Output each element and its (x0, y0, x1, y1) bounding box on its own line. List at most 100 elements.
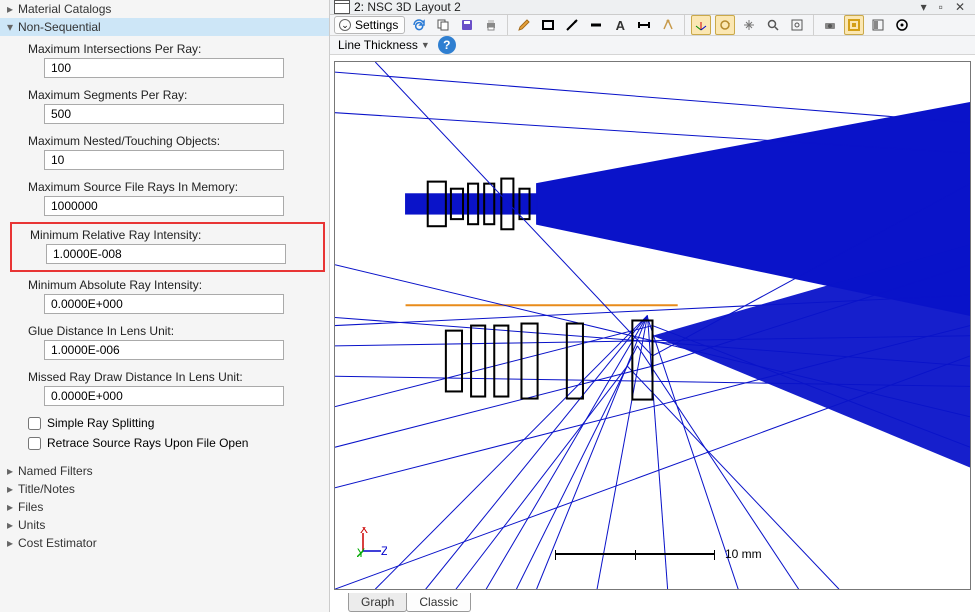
glue-distance-input[interactable] (44, 340, 284, 360)
section-label: Named Filters (16, 464, 93, 478)
compass-tool[interactable] (658, 15, 678, 35)
line-thickness-dropdown[interactable]: Line Thickness ▼ (336, 36, 432, 54)
save-button[interactable] (457, 15, 477, 35)
svg-text:Z: Z (381, 544, 387, 557)
dimension-tool[interactable] (634, 15, 654, 35)
rectangle-tool[interactable] (538, 15, 558, 35)
min-rel-intensity-input[interactable] (46, 244, 286, 264)
fit-icon (790, 18, 804, 32)
tab-graph[interactable]: Graph (348, 593, 407, 612)
section-label: Files (16, 500, 43, 514)
svg-text:Y: Y (357, 546, 365, 557)
target-tool[interactable] (892, 15, 912, 35)
section-label: Units (16, 518, 45, 532)
max-intersections-input[interactable] (44, 58, 284, 78)
axes-gizmo: X Y Z (357, 527, 387, 557)
pencil-tool[interactable] (514, 15, 534, 35)
line-icon (589, 18, 603, 32)
scale-bar: 10 mm (555, 547, 762, 561)
max-nested-input[interactable] (44, 150, 284, 170)
layout-viewport[interactable]: X Y Z 10 mm (334, 61, 971, 590)
field-label: Glue Distance In Lens Unit: (28, 324, 319, 338)
wireframe-view[interactable] (844, 15, 864, 35)
simple-splitting-checkbox[interactable] (28, 417, 41, 430)
field-max-source-rays: Maximum Source File Rays In Memory: (28, 180, 319, 216)
arrow-tool[interactable] (562, 15, 582, 35)
section-named-filters[interactable]: ▸ Named Filters (0, 462, 329, 480)
caret-right-icon: ▸ (4, 536, 16, 550)
section-cost-estimator[interactable]: ▸ Cost Estimator (0, 534, 329, 552)
toolbar-main: ⌄ Settings A (330, 15, 975, 36)
tab-classic[interactable]: Classic (406, 593, 471, 612)
line-tool[interactable] (586, 15, 606, 35)
line-thickness-label: Line Thickness (338, 38, 418, 52)
min-abs-intensity-input[interactable] (44, 294, 284, 314)
pan-tool[interactable] (739, 15, 759, 35)
dimension-icon (637, 18, 651, 32)
rotate-tool[interactable] (715, 15, 735, 35)
max-segments-input[interactable] (44, 104, 284, 124)
scale-bar-label: 10 mm (725, 547, 762, 561)
refresh-button[interactable] (409, 15, 429, 35)
arrow-icon (565, 18, 579, 32)
check-retrace-source-rays[interactable]: Retrace Source Rays Upon File Open (28, 436, 319, 450)
wireframe-icon (847, 18, 861, 32)
toolbar-separator (813, 15, 814, 35)
field-min-abs-intensity: Minimum Absolute Ray Intensity: (28, 278, 319, 314)
properties-panel: ▸ Material Catalogs ▾ Non-Sequential Max… (0, 0, 330, 612)
window-titlebar[interactable]: 2: NSC 3D Layout 2 ▾ ▫ ✕ (330, 0, 975, 15)
pan-icon (742, 18, 756, 32)
window-icon (334, 0, 350, 14)
section-units[interactable]: ▸ Units (0, 516, 329, 534)
help-icon: ? (443, 38, 450, 52)
caret-right-icon: ▸ (4, 518, 16, 532)
print-button[interactable] (481, 15, 501, 35)
camera-tool[interactable] (820, 15, 840, 35)
text-tool[interactable]: A (610, 15, 630, 35)
fit-tool[interactable] (787, 15, 807, 35)
check-simple-ray-splitting[interactable]: Simple Ray Splitting (28, 416, 319, 430)
retrace-checkbox[interactable] (28, 437, 41, 450)
axes-toggle[interactable] (691, 15, 711, 35)
section-material-catalogs[interactable]: ▸ Material Catalogs (0, 0, 329, 18)
section-title-notes[interactable]: ▸ Title/Notes (0, 480, 329, 498)
field-label: Maximum Intersections Per Ray: (28, 42, 319, 56)
scale-bar-line (555, 553, 715, 555)
help-button[interactable]: ? (438, 36, 456, 54)
highlighted-field-min-rel-intensity: Minimum Relative Ray Intensity: (10, 222, 325, 272)
close-button[interactable]: ✕ (949, 0, 971, 14)
field-label: Maximum Segments Per Ray: (28, 88, 319, 102)
field-max-intersections: Maximum Intersections Per Ray: (28, 42, 319, 78)
section-files[interactable]: ▸ Files (0, 498, 329, 516)
field-label: Maximum Source File Rays In Memory: (28, 180, 319, 194)
shaded-icon (871, 18, 885, 32)
section-label: Non-Sequential (16, 20, 101, 34)
minimize-button[interactable]: ▾ (915, 0, 933, 14)
section-label: Title/Notes (16, 482, 75, 496)
caret-right-icon: ▸ (4, 482, 16, 496)
camera-icon (823, 18, 837, 32)
toolbar-separator (684, 15, 685, 35)
view-tabs: Graph Classic (334, 590, 971, 612)
field-label: Maximum Nested/Touching Objects: (28, 134, 319, 148)
copy-button[interactable] (433, 15, 453, 35)
max-source-rays-input[interactable] (44, 196, 284, 216)
toolbar-secondary: Line Thickness ▼ ? (330, 36, 975, 55)
layout-window: 2: NSC 3D Layout 2 ▾ ▫ ✕ ⌄ Settings (330, 0, 975, 612)
save-icon (460, 18, 474, 32)
settings-dropdown[interactable]: ⌄ Settings (334, 16, 405, 34)
shaded-view[interactable] (868, 15, 888, 35)
caret-right-icon: ▸ (4, 500, 16, 514)
zoom-tool[interactable] (763, 15, 783, 35)
toolbar-separator (507, 15, 508, 35)
field-label: Minimum Absolute Ray Intensity: (28, 278, 319, 292)
checkbox-label: Retrace Source Rays Upon File Open (47, 436, 248, 450)
window-number: 2: (354, 0, 364, 14)
section-non-sequential[interactable]: ▾ Non-Sequential (0, 18, 329, 36)
field-max-nested: Maximum Nested/Touching Objects: (28, 134, 319, 170)
checkbox-label: Simple Ray Splitting (47, 416, 154, 430)
copy-icon (436, 18, 450, 32)
caret-right-icon: ▸ (4, 464, 16, 478)
missed-ray-dist-input[interactable] (44, 386, 284, 406)
maximize-button[interactable]: ▫ (933, 0, 949, 14)
